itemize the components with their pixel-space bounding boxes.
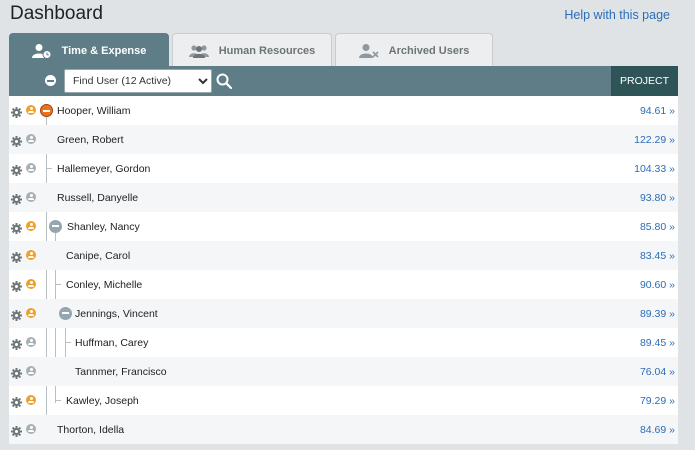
gear-icon[interactable] [11, 337, 22, 350]
gear-icon[interactable] [11, 163, 22, 176]
project-value-link[interactable]: 84.69 » [640, 424, 675, 436]
page-title: Dashboard [10, 3, 103, 24]
user-avatar-icon[interactable] [26, 366, 36, 376]
user-name[interactable]: Conley, Michelle [66, 279, 142, 291]
user-name[interactable]: Kawley, Joseph [66, 395, 139, 407]
users-icon [188, 44, 209, 58]
user-avatar-icon[interactable] [26, 250, 36, 260]
user-avatar-icon[interactable] [26, 308, 36, 318]
user-row: Shanley, Nancy 85.80 » [9, 212, 678, 241]
project-value-link[interactable]: 94.61 » [640, 105, 675, 117]
user-row: Thorton, Idella 84.69 » [9, 415, 678, 444]
help-link[interactable]: Help with this page [564, 8, 670, 22]
gear-icon[interactable] [11, 424, 22, 437]
gear-icon[interactable] [11, 192, 22, 205]
gear-icon[interactable] [11, 366, 22, 379]
user-row: Hooper, William 94.61 » [9, 96, 678, 125]
gear-icon[interactable] [11, 134, 22, 147]
gear-icon[interactable] [11, 279, 22, 292]
find-user-select[interactable]: Find User (12 Active) [64, 69, 212, 93]
tab-archived-users[interactable]: Archived Users [335, 33, 493, 67]
user-clock-icon [31, 43, 52, 59]
user-avatar-icon[interactable] [26, 192, 36, 202]
gear-icon[interactable] [11, 250, 22, 263]
user-name[interactable]: Shanley, Nancy [67, 221, 140, 233]
search-icon[interactable] [215, 72, 233, 90]
collapse-toggle-icon[interactable] [49, 220, 62, 233]
project-value-link[interactable]: 93.80 » [640, 192, 675, 204]
user-avatar-icon[interactable] [26, 105, 36, 115]
project-value-link[interactable]: 122.29 » [634, 134, 675, 146]
gear-icon[interactable] [11, 395, 22, 408]
user-avatar-icon[interactable] [26, 134, 36, 144]
user-row: Jennings, Vincent 89.39 » [9, 299, 678, 328]
user-row: Kawley, Joseph 79.29 » [9, 386, 678, 415]
user-row: Huffman, Carey 89.45 » [9, 328, 678, 357]
user-name[interactable]: Thorton, Idella [57, 424, 124, 436]
user-name[interactable]: Hallemeyer, Gordon [57, 163, 150, 175]
user-avatar-icon[interactable] [26, 279, 36, 289]
tab-bar: Time & Expense Human Resources Archived … [9, 33, 496, 67]
collapse-toggle-icon[interactable] [40, 104, 53, 117]
project-value-link[interactable]: 90.60 » [640, 279, 675, 291]
user-row: Conley, Michelle 90.60 » [9, 270, 678, 299]
user-avatar-icon[interactable] [26, 337, 36, 347]
user-avatar-icon[interactable] [26, 221, 36, 231]
toolbar: Find User (12 Active) PROJECT [9, 66, 678, 96]
tab-time-expense[interactable]: Time & Expense [9, 33, 169, 67]
user-avatar-icon[interactable] [26, 395, 36, 405]
user-name[interactable]: Russell, Danyelle [57, 192, 138, 204]
collapse-toggle-icon[interactable] [59, 307, 72, 320]
project-value-link[interactable]: 89.45 » [640, 337, 675, 349]
project-value-link[interactable]: 76.04 » [640, 366, 675, 378]
tab-human-resources[interactable]: Human Resources [172, 33, 332, 67]
project-value-link[interactable]: 79.29 » [640, 395, 675, 407]
user-name[interactable]: Jennings, Vincent [75, 308, 158, 320]
user-name[interactable]: Hooper, William [57, 105, 131, 117]
user-name[interactable]: Green, Robert [57, 134, 124, 146]
tab-label: Archived Users [388, 44, 470, 57]
user-row: Green, Robert 122.29 » [9, 125, 678, 154]
gear-icon[interactable] [11, 308, 22, 321]
user-row: Russell, Danyelle 93.80 » [9, 183, 678, 212]
collapse-all-icon[interactable] [45, 75, 56, 86]
user-avatar-icon[interactable] [26, 424, 36, 434]
user-remove-icon [358, 43, 379, 59]
user-avatar-icon[interactable] [26, 163, 36, 173]
user-name[interactable]: Tannmer, Francisco [75, 366, 167, 378]
project-value-link[interactable]: 85.80 » [640, 221, 675, 233]
tab-label: Human Resources [218, 44, 316, 57]
user-row: Hallemeyer, Gordon 104.33 » [9, 154, 678, 183]
project-value-link[interactable]: 89.39 » [640, 308, 675, 320]
gear-icon[interactable] [11, 105, 22, 118]
user-row: Tannmer, Francisco 76.04 » [9, 357, 678, 386]
project-column-header[interactable]: PROJECT [611, 66, 678, 96]
project-value-link[interactable]: 83.45 » [640, 250, 675, 262]
gear-icon[interactable] [11, 221, 22, 234]
user-row: Canipe, Carol 83.45 » [9, 241, 678, 270]
project-value-link[interactable]: 104.33 » [634, 163, 675, 175]
tab-label: Time & Expense [61, 44, 147, 57]
user-list: Hooper, William 94.61 » Green, Robert 12… [9, 96, 678, 444]
user-name[interactable]: Canipe, Carol [66, 250, 130, 262]
user-name[interactable]: Huffman, Carey [75, 337, 148, 349]
